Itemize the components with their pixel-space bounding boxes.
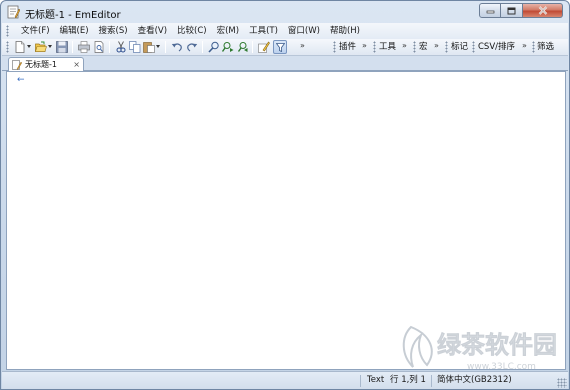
toolbar-separator [252, 41, 253, 53]
plugins-overflow-chevron[interactable]: » [362, 40, 367, 52]
paste-icon[interactable] [143, 41, 155, 53]
title-bar[interactable]: 无标题-1 - EmEditor [1, 1, 569, 23]
toolbar-grip-handle[interactable] [413, 41, 416, 53]
tab-untitled-1[interactable]: 无标题-1 × [8, 57, 84, 71]
status-cursor-position[interactable]: 行 1,列 1 [390, 375, 426, 386]
save-icon[interactable] [56, 41, 68, 53]
new-document-icon[interactable] [14, 41, 26, 53]
csv-overflow-chevron[interactable]: » [522, 40, 527, 52]
menu-file[interactable]: 文件(F) [16, 24, 55, 38]
highlight-search-icon[interactable] [258, 41, 270, 53]
menu-help[interactable]: 帮助(H) [325, 24, 365, 38]
toolbar-grip-handle[interactable] [6, 41, 9, 53]
site-watermark: 绿茶软件园 www.33LC.com [402, 325, 557, 372]
toolbar-separator [202, 41, 203, 53]
toolbar-separator [165, 41, 166, 53]
maximize-button[interactable] [501, 3, 523, 18]
menu-window[interactable]: 窗口(W) [283, 24, 325, 38]
status-separator [431, 375, 432, 387]
print-icon[interactable] [78, 41, 90, 53]
emeditor-app-icon[interactable] [7, 5, 20, 19]
toolbar-grip-handle[interactable] [532, 41, 535, 53]
main-toolbar: » 插件 » 工具 » 宏 » 标记 CSV/排序 » 筛选 [2, 39, 568, 56]
toolbar-separator [72, 41, 73, 53]
toolbar-grip-handle[interactable] [373, 41, 376, 53]
status-encoding[interactable]: 简体中文(GB2312) [437, 375, 512, 386]
paste-dropdown-icon[interactable] [156, 45, 160, 48]
status-bar: Text 行 1,列 1 简体中文(GB2312) [2, 371, 568, 389]
cut-icon[interactable] [115, 41, 127, 53]
document-tab-strip: 无标题-1 × [2, 56, 568, 71]
macros-overflow-chevron[interactable]: » [434, 40, 439, 52]
status-mode[interactable]: Text [367, 375, 384, 386]
tools-overflow-chevron[interactable]: » [402, 40, 407, 52]
toolbar-csv-sort[interactable]: CSV/排序 [478, 41, 515, 53]
app-window: 无标题-1 - EmEditor 文件(F) 编辑(E) 搜索(S) 查看(V)… [0, 0, 570, 390]
toolbar-separator [109, 41, 110, 53]
tab-label: 无标题-1 [25, 60, 57, 69]
find-next-icon[interactable] [222, 41, 234, 53]
minimize-icon [486, 10, 494, 14]
toolbar-overflow-chevron[interactable]: » [300, 40, 305, 52]
new-document-dropdown-icon[interactable] [27, 45, 31, 48]
menu-edit[interactable]: 编辑(E) [55, 24, 94, 38]
toolbar-tools[interactable]: 工具 [379, 41, 396, 53]
open-folder-icon[interactable] [35, 41, 47, 53]
minimize-button[interactable] [479, 3, 501, 18]
close-icon [538, 6, 547, 15]
menu-compare[interactable]: 比较(C) [172, 24, 212, 38]
return-mark-icon: ← [17, 75, 25, 85]
toolbar-grip-handle[interactable] [472, 41, 475, 53]
open-dropdown-icon[interactable] [48, 45, 52, 48]
window-controls [479, 3, 563, 19]
toolbar-macros[interactable]: 宏 [419, 41, 428, 53]
filter-funnel-icon [276, 43, 285, 52]
close-button[interactable] [523, 3, 563, 18]
redo-icon[interactable] [186, 41, 198, 53]
menu-tools[interactable]: 工具(T) [244, 24, 283, 38]
status-separator [360, 375, 361, 387]
document-edit-icon [12, 60, 22, 70]
filter-toggle-button[interactable] [273, 40, 287, 54]
toolbar-plugins[interactable]: 插件 [339, 41, 356, 53]
find-previous-icon[interactable] [236, 41, 248, 53]
undo-icon[interactable] [171, 41, 183, 53]
toolbar-markers[interactable]: 标记 [451, 41, 468, 53]
resize-grip-handle[interactable] [557, 378, 567, 388]
window-title: 无标题-1 - EmEditor [25, 10, 121, 21]
menu-search[interactable]: 搜索(S) [94, 24, 133, 38]
copy-icon[interactable] [129, 41, 141, 53]
menu-grip-handle[interactable] [6, 25, 9, 37]
find-icon[interactable] [208, 41, 220, 53]
maximize-icon [507, 7, 516, 14]
watermark-name: 绿茶软件园 [437, 331, 557, 359]
toolbar-grip-handle[interactable] [445, 41, 448, 53]
toolbar-filter[interactable]: 筛选 [537, 41, 554, 53]
tab-close-icon[interactable]: × [73, 59, 80, 70]
menu-view[interactable]: 查看(V) [133, 24, 172, 38]
print-preview-icon[interactable] [93, 41, 105, 53]
menu-bar: 文件(F) 编辑(E) 搜索(S) 查看(V) 比较(C) 宏(M) 工具(T)… [2, 23, 568, 39]
menu-macros[interactable]: 宏(M) [212, 24, 244, 38]
toolbar-grip-handle[interactable] [333, 41, 336, 53]
